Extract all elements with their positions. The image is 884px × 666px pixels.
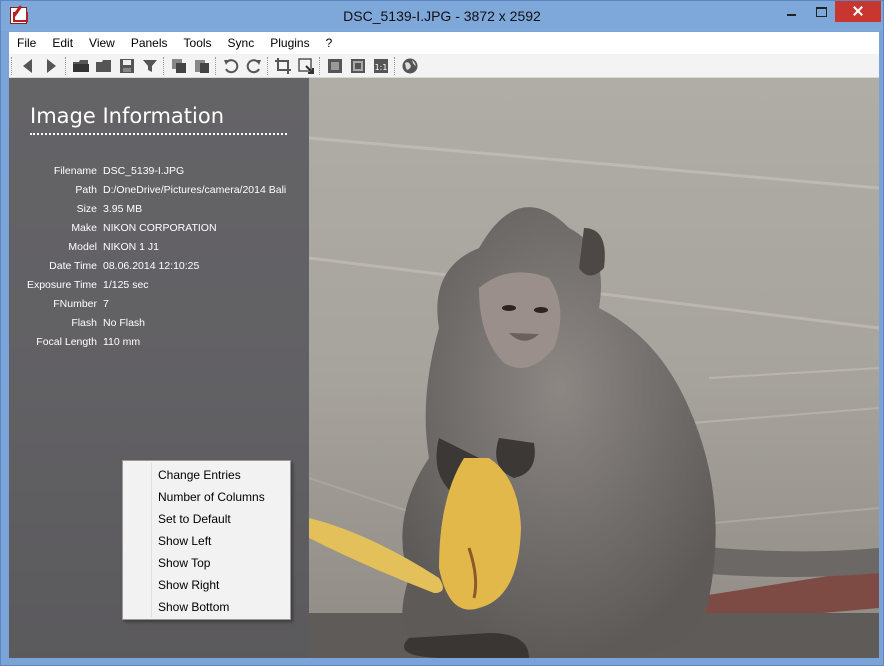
info-key: Make [71, 222, 97, 234]
menu-sync[interactable]: Sync [220, 32, 263, 54]
paste-icon[interactable] [193, 57, 211, 75]
info-key: FNumber [53, 298, 97, 310]
menu-item-number-of-columns[interactable]: Number of Columns [123, 486, 290, 508]
info-row-size: Size 3.95 MB [9, 200, 309, 219]
menu-item-show-left[interactable]: Show Left [123, 530, 290, 552]
rotate-right-icon[interactable] [245, 57, 263, 75]
menu-item-change-entries[interactable]: Change Entries [123, 464, 290, 486]
info-value: 7 [103, 298, 109, 310]
menu-edit[interactable]: Edit [44, 32, 81, 54]
image-viewport[interactable]: Image Information Filename DSC_5139-I.JP… [9, 78, 879, 658]
toolbar-separator [215, 57, 216, 75]
info-key: Size [76, 203, 97, 215]
info-row-date-time: Date Time 08.06.2014 12:10:25 [9, 257, 309, 276]
info-key: Focal Length [36, 336, 97, 348]
minimize-button[interactable] [777, 1, 807, 22]
info-key: Model [68, 241, 97, 253]
info-row-path: Path D:/OneDrive/Pictures/camera/2014 Ba… [9, 181, 309, 200]
info-value: DSC_5139-I.JPG [103, 165, 185, 177]
forward-arrow-icon[interactable] [42, 57, 60, 75]
context-menu: Change Entries Number of Columns Set to … [122, 460, 291, 620]
info-key: Date Time [49, 260, 97, 272]
panel-heading: Image Information [30, 104, 225, 128]
open-folder-icon[interactable] [72, 57, 90, 75]
window-title: DSC_5139-I.JPG - 3872 x 2592 [343, 8, 541, 24]
fullscreen-icon[interactable] [349, 57, 367, 75]
actual-size-icon[interactable]: 1:1 [372, 57, 390, 75]
folder-icon[interactable] [95, 57, 113, 75]
rotate-left-icon[interactable] [222, 57, 240, 75]
toolbar-separator [394, 57, 395, 75]
close-button[interactable] [835, 1, 881, 22]
menu-plugins[interactable]: Plugins [262, 32, 317, 54]
title-bar[interactable]: DSC_5139-I.JPG - 3872 x 2592 [1, 1, 883, 31]
heading-divider [30, 133, 287, 135]
window-bottom-border [9, 658, 879, 660]
info-value: NIKON 1 J1 [103, 241, 160, 253]
toolbar-separator [319, 57, 320, 75]
save-icon[interactable] [118, 57, 136, 75]
menu-help[interactable]: ? [318, 32, 341, 54]
filter-icon[interactable] [141, 57, 159, 75]
info-value: 08.06.2014 12:10:25 [103, 260, 200, 272]
info-value: No Flash [103, 317, 146, 329]
info-value: D:/OneDrive/Pictures/camera/2014 Bali [103, 184, 287, 196]
toolbar: 1:1 [9, 54, 879, 78]
menu-file[interactable]: File [9, 32, 44, 54]
info-row-focal-length: Focal Length 110 mm [9, 333, 309, 352]
info-row-exposure-time: Exposure Time 1/125 sec [9, 276, 309, 295]
info-row-make: Make NIKON CORPORATION [9, 219, 309, 238]
toolbar-separator [163, 57, 164, 75]
menu-view[interactable]: View [81, 32, 123, 54]
resize-icon[interactable] [297, 57, 315, 75]
menu-item-show-bottom[interactable]: Show Bottom [123, 596, 290, 618]
info-value: NIKON CORPORATION [103, 222, 217, 234]
info-value: 3.95 MB [103, 203, 143, 215]
info-row-filename: Filename DSC_5139-I.JPG [9, 162, 309, 181]
info-row-fnumber: FNumber 7 [9, 295, 309, 314]
info-value: 1/125 sec [103, 279, 149, 291]
fit-window-icon[interactable] [326, 57, 344, 75]
menu-item-set-to-default[interactable]: Set to Default [123, 508, 290, 530]
menu-bar: File Edit View Panels Tools Sync Plugins… [9, 32, 879, 54]
info-value: 110 mm [103, 336, 141, 348]
crop-icon[interactable] [274, 57, 292, 75]
menu-item-show-top[interactable]: Show Top [123, 552, 290, 574]
toolbar-separator [65, 57, 66, 75]
info-key: Filename [53, 165, 97, 177]
info-key: Path [75, 184, 97, 196]
actual-size-label: 1:1 [375, 63, 388, 72]
copy-icon[interactable] [170, 57, 188, 75]
info-row-flash: Flash No Flash [9, 314, 309, 333]
menu-tools[interactable]: Tools [176, 32, 220, 54]
globe-icon[interactable] [401, 57, 419, 75]
info-table: Filename DSC_5139-I.JPG Path D:/OneDrive… [9, 162, 309, 352]
toolbar-separator [267, 57, 268, 75]
back-arrow-icon[interactable] [19, 57, 37, 75]
info-key: Flash [71, 317, 97, 329]
info-row-model: Model NIKON 1 J1 [9, 238, 309, 257]
app-window: DSC_5139-I.JPG - 3872 x 2592 File Edit V… [0, 0, 884, 666]
info-key: Exposure Time [26, 279, 97, 291]
toolbar-separator [11, 57, 12, 75]
menu-panels[interactable]: Panels [123, 32, 176, 54]
maximize-button[interactable] [807, 1, 835, 22]
menu-item-show-right[interactable]: Show Right [123, 574, 290, 596]
